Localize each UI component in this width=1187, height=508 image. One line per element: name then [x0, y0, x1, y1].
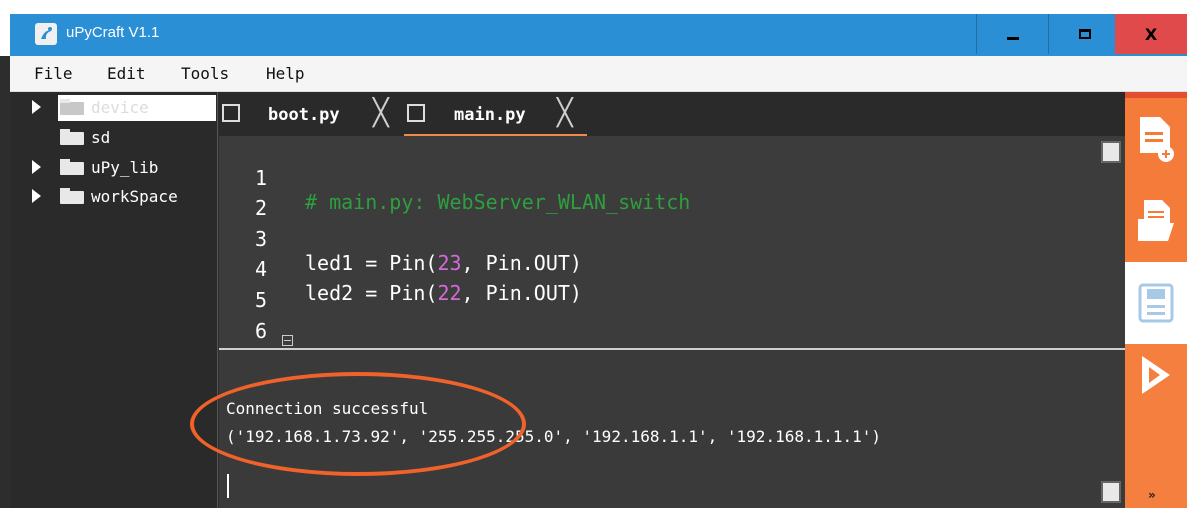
close-button[interactable]: X: [1115, 14, 1187, 54]
tab-label: main.py: [454, 105, 526, 125]
run-button[interactable]: [1125, 344, 1187, 508]
tree-item-label: uPy_lib: [91, 158, 159, 177]
menu-file[interactable]: File: [34, 64, 73, 83]
open-file-icon: [1138, 200, 1174, 241]
code-line: 2: [219, 172, 1099, 220]
expand-arrow-icon[interactable]: [32, 100, 41, 114]
folder-icon: [60, 129, 84, 145]
open-file-button[interactable]: [1125, 180, 1187, 262]
code-line: 6: [219, 295, 1099, 343]
menu-bar: File Edit Tools Help: [10, 56, 1187, 92]
expand-arrow-icon[interactable]: [32, 189, 41, 203]
titlebar-area[interactable]: uPyCraft V1.1 X: [10, 14, 1187, 56]
tab-label: boot.py: [268, 105, 340, 125]
code-line: 5: [219, 264, 1099, 312]
close-tab-icon[interactable]: ╳: [557, 98, 573, 128]
editor-scrollbar[interactable]: [1101, 141, 1121, 163]
menu-tools[interactable]: Tools: [181, 64, 229, 83]
code-line: 4 led2 = Pin(22, Pin.OUT): [219, 233, 1099, 305]
tree-item-label: workSpace: [91, 187, 178, 206]
app-logo-icon: [35, 23, 57, 45]
folder-icon: [60, 188, 84, 204]
expand-arrow-icon[interactable]: [32, 160, 41, 174]
tree-item-upy-lib[interactable]: uPy_lib: [10, 155, 218, 181]
minimize-button[interactable]: [976, 14, 1048, 54]
text-cursor: [227, 474, 229, 498]
save-button[interactable]: [1125, 262, 1187, 344]
tab-main-py[interactable]: main.py ╳: [404, 92, 589, 136]
menu-edit[interactable]: Edit: [107, 64, 146, 83]
tree-item-workspace[interactable]: workSpace: [10, 184, 218, 210]
editor-tabs: boot.py ╳ main.py ╳: [219, 92, 1125, 136]
new-file-button[interactable]: [1125, 98, 1187, 180]
folder-icon: [60, 99, 84, 115]
tree-item-label: sd: [91, 128, 111, 147]
tree-item-label: device: [91, 98, 149, 117]
annotation-ring: [190, 372, 526, 476]
tab-file-icon: [407, 104, 425, 122]
code-line: 3 led1 = Pin(23, Pin.OUT): [219, 203, 1099, 275]
tab-file-icon: [222, 104, 240, 122]
code-line: 1 # main.py: WebServer_WLAN_switch: [219, 142, 1099, 214]
fold-toggle-icon[interactable]: [282, 335, 293, 346]
run-icon: [1142, 356, 1170, 394]
file-tree: device sd uPy_lib workSpace: [10, 92, 218, 508]
terminal-scrollbar[interactable]: [1101, 481, 1121, 503]
window-title: uPyCraft V1.1: [66, 24, 160, 41]
minimize-icon: [1006, 36, 1019, 40]
folder-icon: [60, 159, 84, 175]
right-toolbar: [1125, 92, 1187, 508]
menu-help[interactable]: Help: [266, 64, 305, 83]
close-icon: X: [1144, 24, 1158, 44]
maximize-button[interactable]: [1048, 14, 1120, 54]
window-titlebar: uPyCraft V1.1 X: [0, 0, 1187, 56]
more-tools-icon[interactable]: »: [1148, 488, 1156, 502]
save-icon: [1138, 283, 1174, 323]
code-line: 7 def web_page():: [219, 326, 1099, 348]
toolbar-accent-stripe: [1125, 92, 1187, 98]
tab-boot-py[interactable]: boot.py ╳: [219, 92, 404, 136]
tree-item-sd[interactable]: sd: [10, 125, 218, 151]
close-tab-icon[interactable]: ╳: [373, 98, 389, 128]
maximize-icon: [1078, 29, 1091, 39]
code-editor[interactable]: 1 # main.py: WebServer_WLAN_switch 2 3 l…: [219, 136, 1125, 348]
new-file-icon: [1140, 117, 1174, 162]
tree-item-device[interactable]: device: [10, 95, 218, 121]
